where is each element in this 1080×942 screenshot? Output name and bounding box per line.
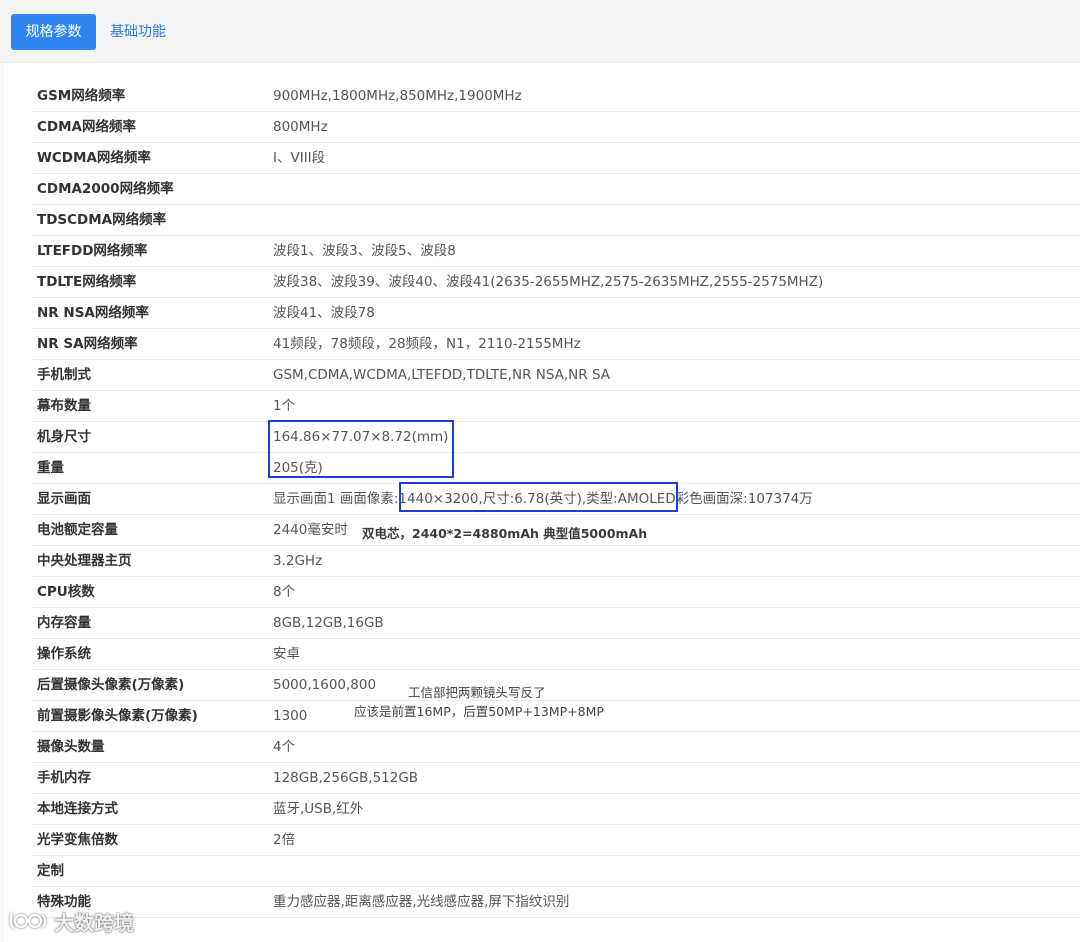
spec-value: 蓝牙,USB,红外 bbox=[273, 801, 364, 817]
spec-label: 操作系统 bbox=[37, 646, 91, 662]
spec-value: 波段38、波段39、波段40、波段41(2635-2655MHZ,2575-26… bbox=[273, 274, 824, 290]
spec-value: GSM,CDMA,WCDMA,LTEFDD,TDLTE,NR NSA,NR SA bbox=[273, 367, 611, 383]
spec-label: CDMA网络频率 bbox=[37, 119, 136, 135]
spec-row: WCDMA网络频率 I、VIII段 bbox=[31, 143, 1080, 174]
spec-row: CPU核数 8个 bbox=[31, 577, 1080, 608]
spec-row: CDMA网络频率 800MHz bbox=[31, 112, 1080, 143]
spec-value: 128GB,256GB,512GB bbox=[273, 770, 419, 786]
spec-label: 后置摄像头像素(万像素) bbox=[37, 677, 185, 693]
spec-label: LTEFDD网络频率 bbox=[37, 243, 148, 259]
spec-label: 中央处理器主页 bbox=[37, 553, 132, 569]
spec-row: 手机内存 128GB,256GB,512GB bbox=[31, 763, 1080, 794]
spec-row: 后置摄像头像素(万像素) 5000,1600,800 bbox=[31, 670, 1080, 701]
spec-label: WCDMA网络频率 bbox=[37, 150, 151, 166]
spec-label: 电池额定容量 bbox=[37, 522, 118, 538]
spec-row: 机身尺寸 164.86×77.07×8.72(mm) bbox=[31, 422, 1080, 453]
tab-basic-functions[interactable]: 基础功能 bbox=[110, 14, 166, 50]
spec-row: CDMA2000网络频率 bbox=[31, 174, 1080, 205]
spec-value: 1个 bbox=[273, 398, 296, 414]
spec-label: GSM网络频率 bbox=[37, 88, 126, 104]
spec-value: 8GB,12GB,16GB bbox=[273, 615, 384, 631]
spec-row: GSM网络频率 900MHz,1800MHz,850MHz,1900MHz bbox=[31, 81, 1080, 112]
spec-label: 内存容量 bbox=[37, 615, 91, 631]
spec-label: CPU核数 bbox=[37, 584, 95, 600]
spec-label: NR NSA网络频率 bbox=[37, 305, 149, 321]
spec-value: 2440毫安时 bbox=[273, 522, 348, 538]
spec-label: TDLTE网络频率 bbox=[37, 274, 137, 290]
spec-label: 重量 bbox=[37, 460, 64, 476]
spec-value: 4个 bbox=[273, 739, 296, 755]
spec-value: 8个 bbox=[273, 584, 296, 600]
spec-row: 幕布数量 1个 bbox=[31, 391, 1080, 422]
spec-value: 重力感应器,距离感应器,光线感应器,屏下指纹识别 bbox=[273, 894, 570, 910]
spec-row: 操作系统 安卓 bbox=[31, 639, 1080, 670]
specs-panel: GSM网络频率 900MHz,1800MHz,850MHz,1900MHz CDMA… bbox=[4, 63, 1080, 942]
spec-label: 光学变焦倍数 bbox=[37, 832, 118, 848]
spec-label: 显示画面 bbox=[37, 491, 91, 507]
spec-value: 5000,1600,800 bbox=[273, 677, 377, 693]
spec-value: 安卓 bbox=[273, 646, 300, 662]
spec-label: NR SA网络频率 bbox=[37, 336, 138, 352]
size-weight-highlight-box bbox=[268, 420, 454, 478]
spec-row: 本地连接方式 蓝牙,USB,红外 bbox=[31, 794, 1080, 825]
spec-label: 前置摄影像头像素(万像素) bbox=[37, 708, 198, 724]
camera-annotation-line2: 应该是前置16MP，后置50MP+13MP+8MP bbox=[354, 704, 604, 719]
spec-label: 摄像头数量 bbox=[37, 739, 105, 755]
tab-bar: 规格参数 基础功能 bbox=[0, 0, 1080, 63]
ninety-logo-icon bbox=[8, 907, 54, 935]
spec-label: 定制 bbox=[37, 863, 64, 879]
spec-label: TDSCDMA网络频率 bbox=[37, 212, 167, 228]
spec-row: NR SA网络频率 41频段，78频段，28频段，N1，2110-2155MHz bbox=[31, 329, 1080, 360]
spec-value: 2倍 bbox=[273, 832, 296, 848]
spec-value: 900MHz,1800MHz,850MHz,1900MHz bbox=[273, 88, 522, 104]
spec-value: 3.2GHz bbox=[273, 553, 323, 569]
spec-row: 定制 bbox=[31, 856, 1080, 887]
spec-value: 800MHz bbox=[273, 119, 328, 135]
spec-row: 手机制式 GSM,CDMA,WCDMA,LTEFDD,TDLTE,NR NSA,N… bbox=[31, 360, 1080, 391]
spec-row: TDSCDMA网络频率 bbox=[31, 205, 1080, 236]
spec-row: TDLTE网络频率 波段38、波段39、波段40、波段41(2635-2655MH… bbox=[31, 267, 1080, 298]
spec-row: 摄像头数量 4个 bbox=[31, 732, 1080, 763]
tab-specs[interactable]: 规格参数 bbox=[11, 14, 96, 50]
spec-label: 机身尺寸 bbox=[37, 429, 91, 445]
spec-row: 特殊功能 重力感应器,距离感应器,光线感应器,屏下指纹识别 bbox=[31, 887, 1080, 918]
spec-row: 重量 205(克) bbox=[31, 453, 1080, 484]
spec-row: 中央处理器主页 3.2GHz bbox=[31, 546, 1080, 577]
spec-label: 幕布数量 bbox=[37, 398, 91, 414]
spec-value: 波段1、波段3、波段5、波段8 bbox=[273, 243, 456, 259]
spec-value: 1300 bbox=[273, 708, 308, 724]
camera-annotation-line1: 工信部把两颗镜头写反了 bbox=[408, 685, 546, 700]
spec-label: 手机制式 bbox=[37, 367, 91, 383]
spec-label: 本地连接方式 bbox=[37, 801, 118, 817]
spec-value: 41频段，78频段，28频段，N1，2110-2155MHz bbox=[273, 336, 581, 352]
spec-label: CDMA2000网络频率 bbox=[37, 181, 174, 197]
display-spec-highlight-box bbox=[399, 482, 678, 512]
watermark: 大数跨境 bbox=[8, 906, 134, 936]
spec-row: LTEFDD网络频率 波段1、波段3、波段5、波段8 bbox=[31, 236, 1080, 267]
spec-label: 手机内存 bbox=[37, 770, 91, 786]
spec-value: I、VIII段 bbox=[273, 150, 326, 166]
spec-row: NR NSA网络频率 波段41、波段78 bbox=[31, 298, 1080, 329]
spec-row: 光学变焦倍数 2倍 bbox=[31, 825, 1080, 856]
spec-value: 波段41、波段78 bbox=[273, 305, 375, 321]
battery-annotation: 双电芯，2440*2=4880mAh 典型值5000mAh bbox=[362, 526, 648, 541]
spec-row: 内存容量 8GB,12GB,16GB bbox=[31, 608, 1080, 639]
watermark-text: 大数跨境 bbox=[54, 910, 134, 935]
